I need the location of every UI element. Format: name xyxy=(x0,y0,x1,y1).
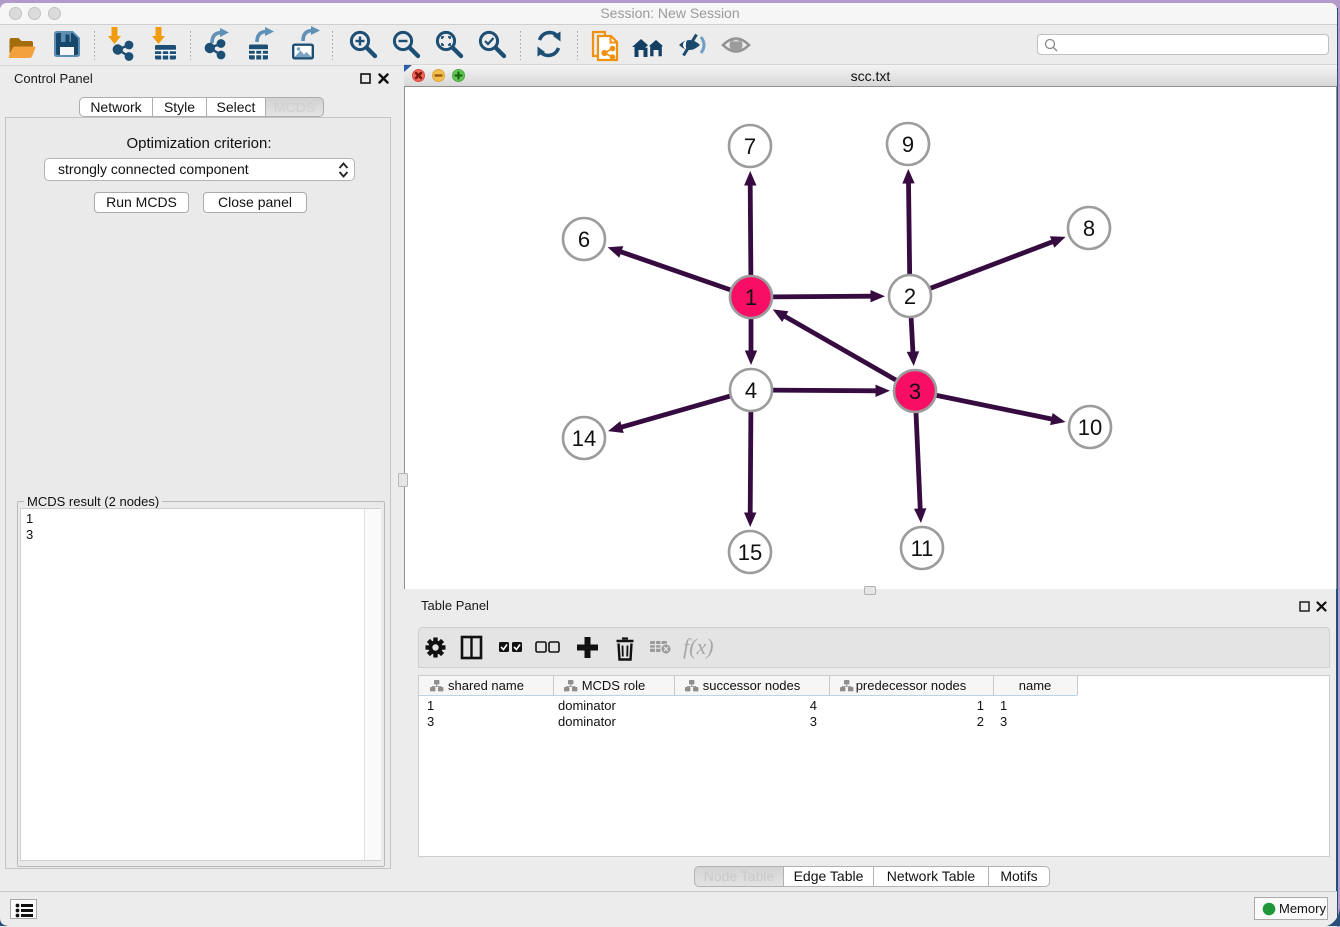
svg-text:f(x): f(x) xyxy=(683,634,714,659)
svg-text:9: 9 xyxy=(902,132,914,157)
svg-text:1: 1 xyxy=(745,285,757,310)
svg-text:15: 15 xyxy=(738,540,762,565)
svg-text:11: 11 xyxy=(911,536,934,561)
svg-text:14: 14 xyxy=(572,426,596,451)
svg-text:10: 10 xyxy=(1078,415,1102,440)
svg-text:4: 4 xyxy=(745,378,757,403)
svg-text:2: 2 xyxy=(904,284,916,309)
svg-text:6: 6 xyxy=(578,227,590,252)
svg-text:7: 7 xyxy=(744,134,756,159)
svg-text:3: 3 xyxy=(909,379,921,404)
svg-text:8: 8 xyxy=(1083,216,1095,241)
